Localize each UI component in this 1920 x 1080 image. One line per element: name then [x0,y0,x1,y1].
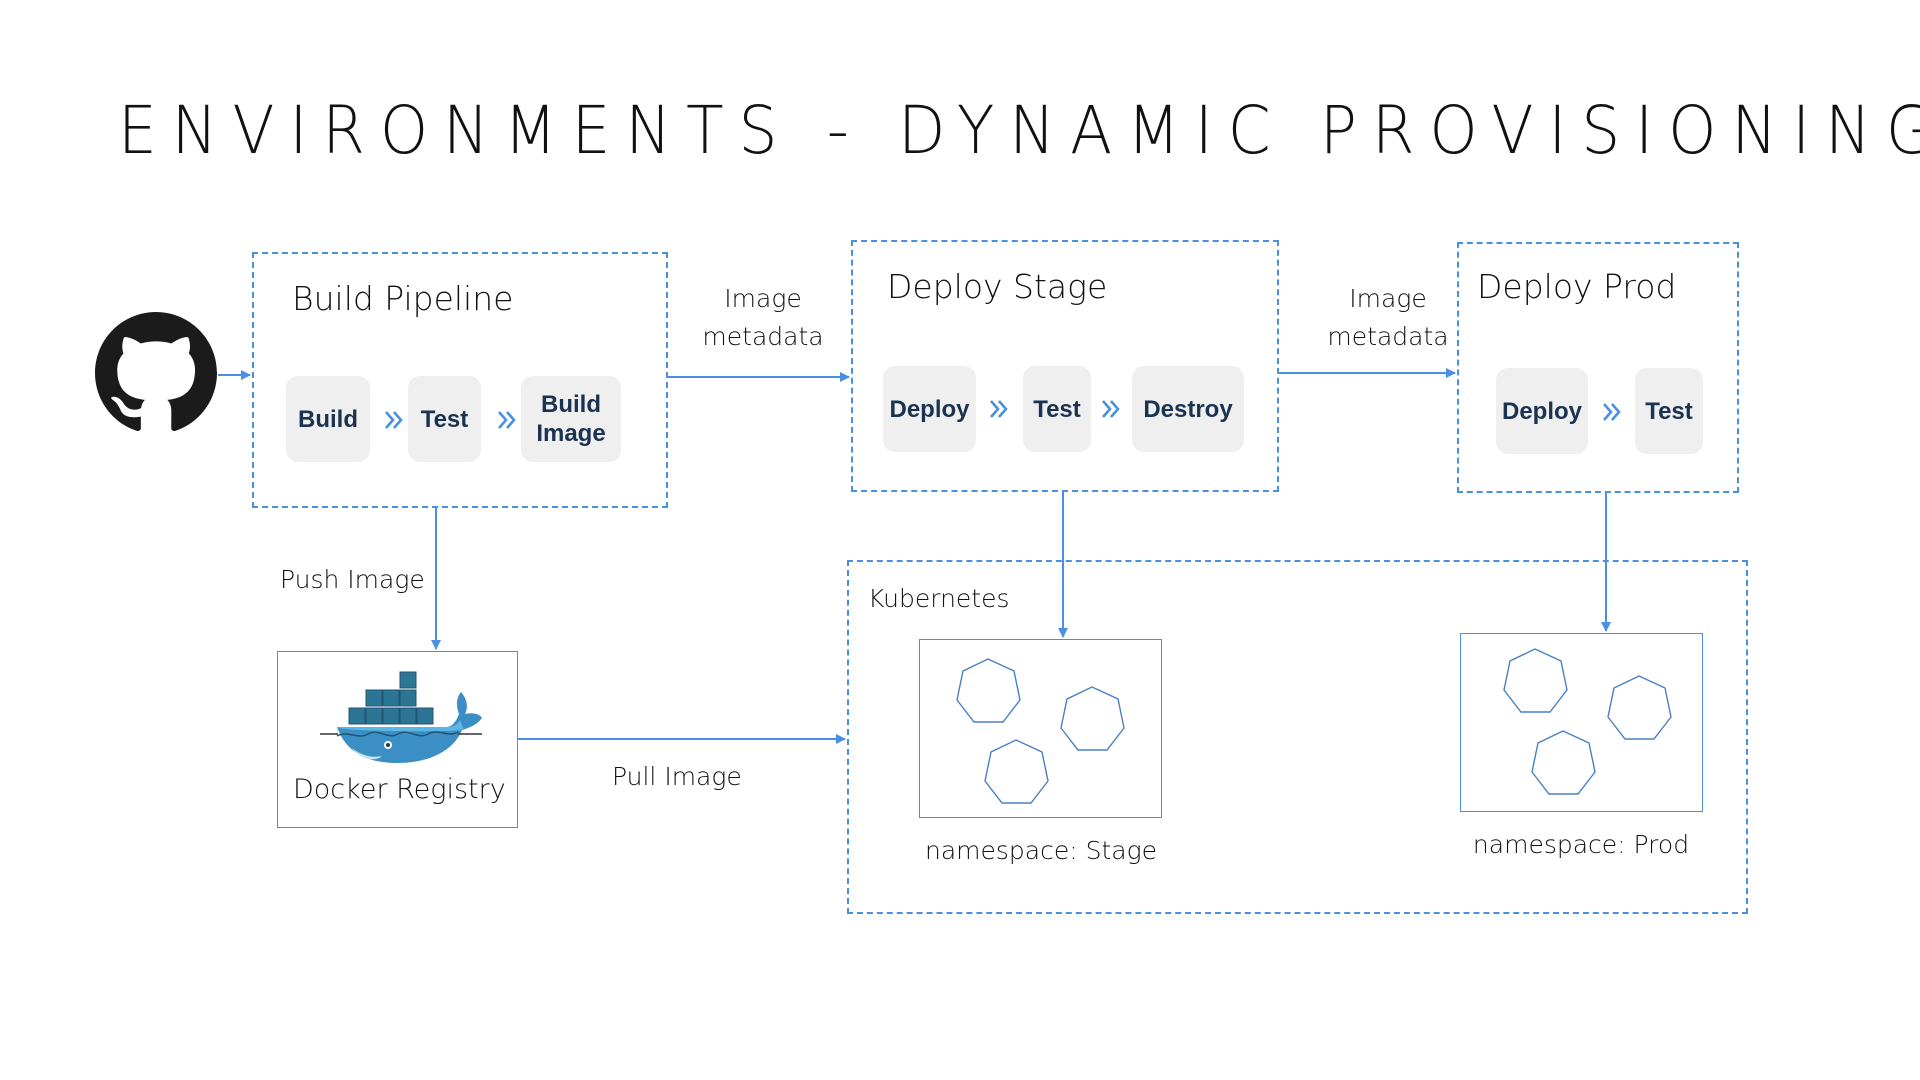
build-pipeline-title: Build Pipeline [292,279,514,318]
edge-label-pull-image: Pull Image [612,762,742,791]
namespace-prod-label: namespace: Prod [1472,830,1690,859]
namespace-stage-label: namespace: Stage [925,836,1157,865]
chevron-double-right-icon [1603,403,1621,421]
stage-card-test: Test [408,376,481,462]
edge-label-line: Image [1349,284,1427,313]
stage-card-build: Build [286,376,370,462]
stage-card-deploy: Deploy [1496,368,1588,454]
pod-icon [1503,648,1568,713]
pod-icon [1607,675,1672,740]
stage-card-build-image: Build Image [521,376,621,462]
stage-card-destroy: Destroy [1132,366,1244,452]
stage-card-test: Test [1023,366,1091,452]
namespace-stage-box [919,639,1162,818]
edge-label-image-metadata: Image metadata [693,280,833,356]
pod-icon [956,658,1021,723]
github-icon [95,312,217,434]
kubernetes-label: Kubernetes [868,584,1010,613]
stage-card-build-image-label: Build Image [536,391,606,447]
stage-card-test: Test [1635,368,1703,454]
docker-registry-box: Docker Registry [277,651,518,828]
edge-label-line: Image [724,284,802,313]
edge-label-line: metadata [702,322,824,351]
pods [956,658,1125,804]
edge-label-image-metadata: Image metadata [1318,280,1458,356]
pod-icon [984,739,1049,804]
stage-card-deploy: Deploy [883,366,976,452]
docker-registry-label: Docker Registry [293,774,506,805]
pod-icon [1531,730,1596,795]
deploy-prod-title: Deploy Prod [1477,267,1677,306]
chevron-double-right-icon [990,400,1008,418]
namespace-prod-box [1460,633,1703,812]
chevron-double-right-icon [385,411,403,429]
docker-icon [320,671,482,763]
chevron-double-right-icon [1102,400,1120,418]
deploy-stage-title: Deploy Stage [887,267,1108,306]
page-title: ENVIRONMENTS - DYNAMIC PROVISIONING [118,92,1920,169]
chevron-double-right-icon [498,411,516,429]
deploy-prod-box: Deploy Prod [1457,242,1739,493]
edge-label-line: metadata [1327,322,1449,351]
pod-icon [1060,686,1125,751]
pods [1503,648,1672,795]
edge-label-push-image: Push Image [280,565,425,594]
